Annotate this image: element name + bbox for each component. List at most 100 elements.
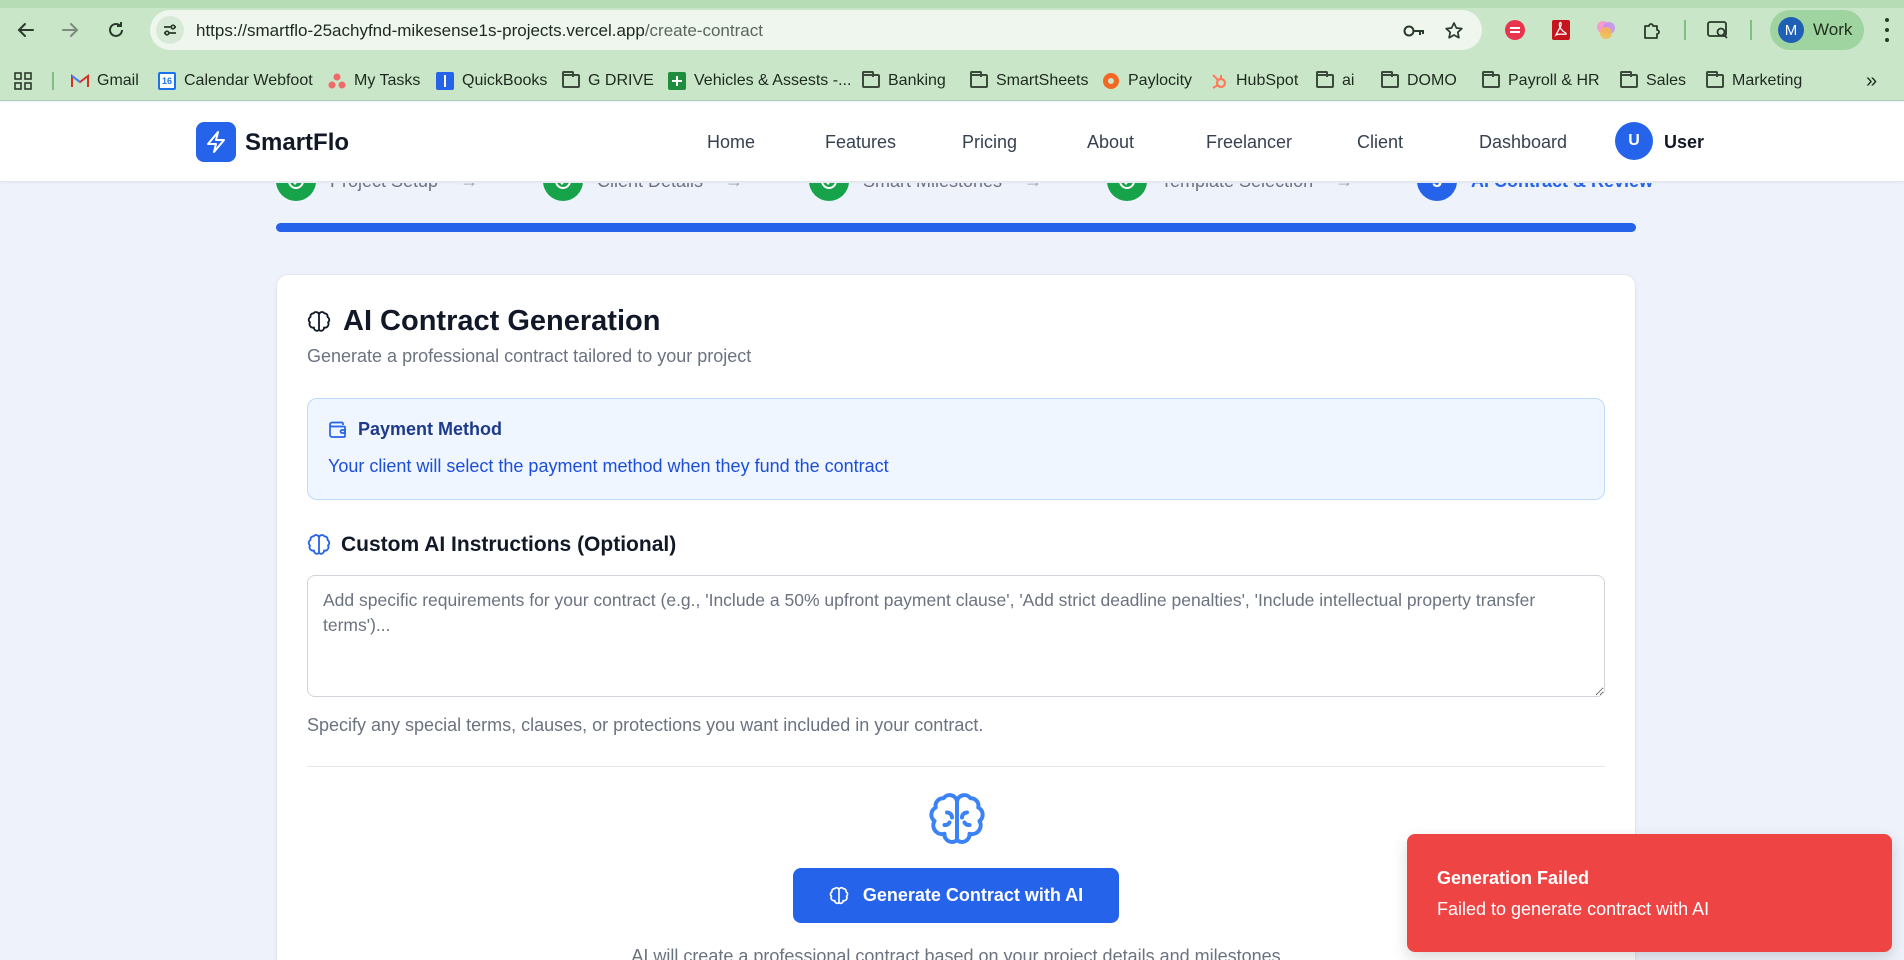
bookmark-vehicles-assets[interactable]: Vehicles & Assests -...: [668, 69, 851, 93]
address-bar[interactable]: https://smartflo-25achyfnd-mikesense1s-p…: [150, 10, 1482, 50]
profile-button[interactable]: M Work: [1770, 10, 1864, 50]
browser-menu-icon[interactable]: [1882, 18, 1892, 42]
step-label: AI Contract & Review: [1471, 183, 1653, 192]
toolbar-divider: [1684, 20, 1686, 40]
password-key-icon[interactable]: [1402, 19, 1426, 43]
tasks-icon: [328, 72, 346, 90]
bookmark-hubspot[interactable]: HubSpot: [1210, 69, 1298, 93]
pdf-extension-icon[interactable]: [1549, 18, 1573, 42]
toast-message: Failed to generate contract with AI: [1437, 899, 1710, 919]
user-avatar[interactable]: U: [1615, 122, 1653, 160]
progress-stepper: Project Setup → Client Details → Smart M…: [0, 183, 1904, 243]
bookmark-calendar[interactable]: 16 Calendar Webfoot: [158, 69, 313, 93]
folder-icon: [1620, 71, 1638, 90]
step-ai-contract-review: 5 AI Contract & Review: [1417, 183, 1653, 201]
nav-freelancer[interactable]: Freelancer: [1206, 132, 1292, 153]
profile-label: Work: [1813, 20, 1853, 39]
bookmark-paylocity[interactable]: Paylocity: [1102, 69, 1192, 93]
progress-fill: [276, 223, 1636, 232]
payment-method-notice: Payment Method Your client will select t…: [307, 398, 1605, 500]
card-header: AI Contract Generation: [307, 305, 660, 338]
paylocity-icon: [1102, 72, 1120, 90]
nav-dashboard[interactable]: Dashboard: [1479, 132, 1567, 153]
bookmark-sales[interactable]: Sales: [1620, 69, 1686, 93]
calendar-icon: 16: [158, 72, 176, 90]
bookmarks-bar: Gmail 16 Calendar Webfoot My Tasks Quick…: [0, 60, 1904, 101]
url-host: https://smartflo-25achyfnd-mikesense1s-p…: [196, 21, 645, 40]
bookmark-label: QuickBooks: [462, 72, 548, 89]
brain-icon: [829, 886, 849, 904]
bookmark-ai[interactable]: ai: [1316, 69, 1354, 93]
folder-icon: [562, 71, 580, 90]
generate-contract-button[interactable]: Generate Contract with AI: [793, 868, 1119, 923]
chevron-right-icon: →: [1024, 183, 1042, 192]
custom-instructions-textarea[interactable]: [307, 575, 1605, 697]
nav-features[interactable]: Features: [825, 132, 896, 153]
bookmark-label: Banking: [888, 72, 946, 89]
back-arrow-icon: [17, 23, 34, 37]
extension-red-icon[interactable]: [1503, 18, 1527, 42]
bookmark-label: DOMO: [1407, 72, 1457, 89]
brain-icon: [307, 310, 331, 332]
folder-icon: [970, 71, 988, 90]
hubspot-icon: [1210, 72, 1228, 90]
bookmark-label: Sales: [1646, 72, 1687, 89]
check-icon: [543, 183, 583, 201]
forward-button[interactable]: [56, 16, 84, 44]
step-client-details: Client Details →: [543, 183, 743, 201]
wallet-icon: [329, 421, 346, 438]
error-toast[interactable]: Generation Failed Failed to generate con…: [1407, 834, 1892, 952]
apps-grid-icon[interactable]: [14, 69, 32, 93]
bookmark-quickbooks[interactable]: QuickBooks: [436, 69, 547, 93]
sheets-icon: [668, 72, 686, 90]
bookmark-label: G DRIVE: [588, 72, 654, 89]
bookmarks-divider: [52, 72, 54, 90]
bookmark-label: Calendar Webfoot: [184, 72, 313, 89]
nav-client[interactable]: Client: [1357, 132, 1403, 153]
extensions-puzzle-icon[interactable]: [1640, 18, 1664, 42]
bookmark-my-tasks[interactable]: My Tasks: [328, 69, 420, 93]
gmail-icon: [71, 72, 89, 90]
url-path: /create-contract: [644, 21, 763, 40]
step-smart-milestones: Smart Milestones →: [809, 183, 1042, 201]
progress-bar: [276, 223, 1636, 232]
bookmark-banking[interactable]: Banking: [862, 69, 946, 93]
folder-icon: [1316, 71, 1334, 90]
bookmark-marketing[interactable]: Marketing: [1706, 69, 1802, 93]
nav-home[interactable]: Home: [707, 132, 755, 153]
lightning-icon: [207, 131, 225, 153]
logo[interactable]: [196, 122, 236, 162]
bookmark-label: Vehicles & Assests -...: [694, 72, 852, 89]
chevron-right-icon: →: [1335, 183, 1353, 192]
check-icon: [276, 183, 316, 201]
bookmark-label: HubSpot: [1236, 72, 1299, 89]
bookmark-star-icon[interactable]: [1442, 19, 1466, 43]
nav-about[interactable]: About: [1087, 132, 1134, 153]
reload-button[interactable]: [102, 16, 130, 44]
step-label: Project Setup: [330, 183, 438, 192]
user-label[interactable]: User: [1664, 132, 1704, 153]
back-button[interactable]: [12, 16, 40, 44]
payment-method-header: Payment Method: [328, 419, 502, 440]
tab-search-icon[interactable]: [1706, 18, 1730, 42]
bookmark-domo[interactable]: DOMO: [1381, 69, 1457, 93]
generate-contract-label: Generate Contract with AI: [862, 885, 1084, 905]
folder-icon: [1381, 71, 1399, 90]
bookmark-payroll-hr[interactable]: Payroll & HR: [1482, 69, 1600, 93]
bookmark-label: Paylocity: [1128, 72, 1193, 89]
nav-pricing[interactable]: Pricing: [962, 132, 1017, 153]
more-bookmarks-button[interactable]: »: [1866, 69, 1877, 93]
step-template-selection: Template Selection →: [1107, 183, 1353, 201]
brand-name[interactable]: SmartFlo: [245, 129, 349, 157]
site-settings-icon[interactable]: [156, 16, 184, 44]
step-project-setup: Project Setup →: [276, 183, 478, 201]
brain-icon: [307, 534, 331, 555]
url-text: https://smartflo-25achyfnd-mikesense1s-p…: [196, 21, 763, 41]
color-extension-icon[interactable]: [1594, 18, 1618, 42]
profile-avatar: M: [1778, 17, 1804, 43]
bookmark-g-drive[interactable]: G DRIVE: [562, 69, 654, 93]
bookmark-smartsheets[interactable]: SmartSheets: [970, 69, 1088, 93]
chevron-right-icon: →: [460, 183, 478, 192]
quickbooks-icon: [436, 72, 454, 90]
bookmark-gmail[interactable]: Gmail: [71, 69, 139, 93]
